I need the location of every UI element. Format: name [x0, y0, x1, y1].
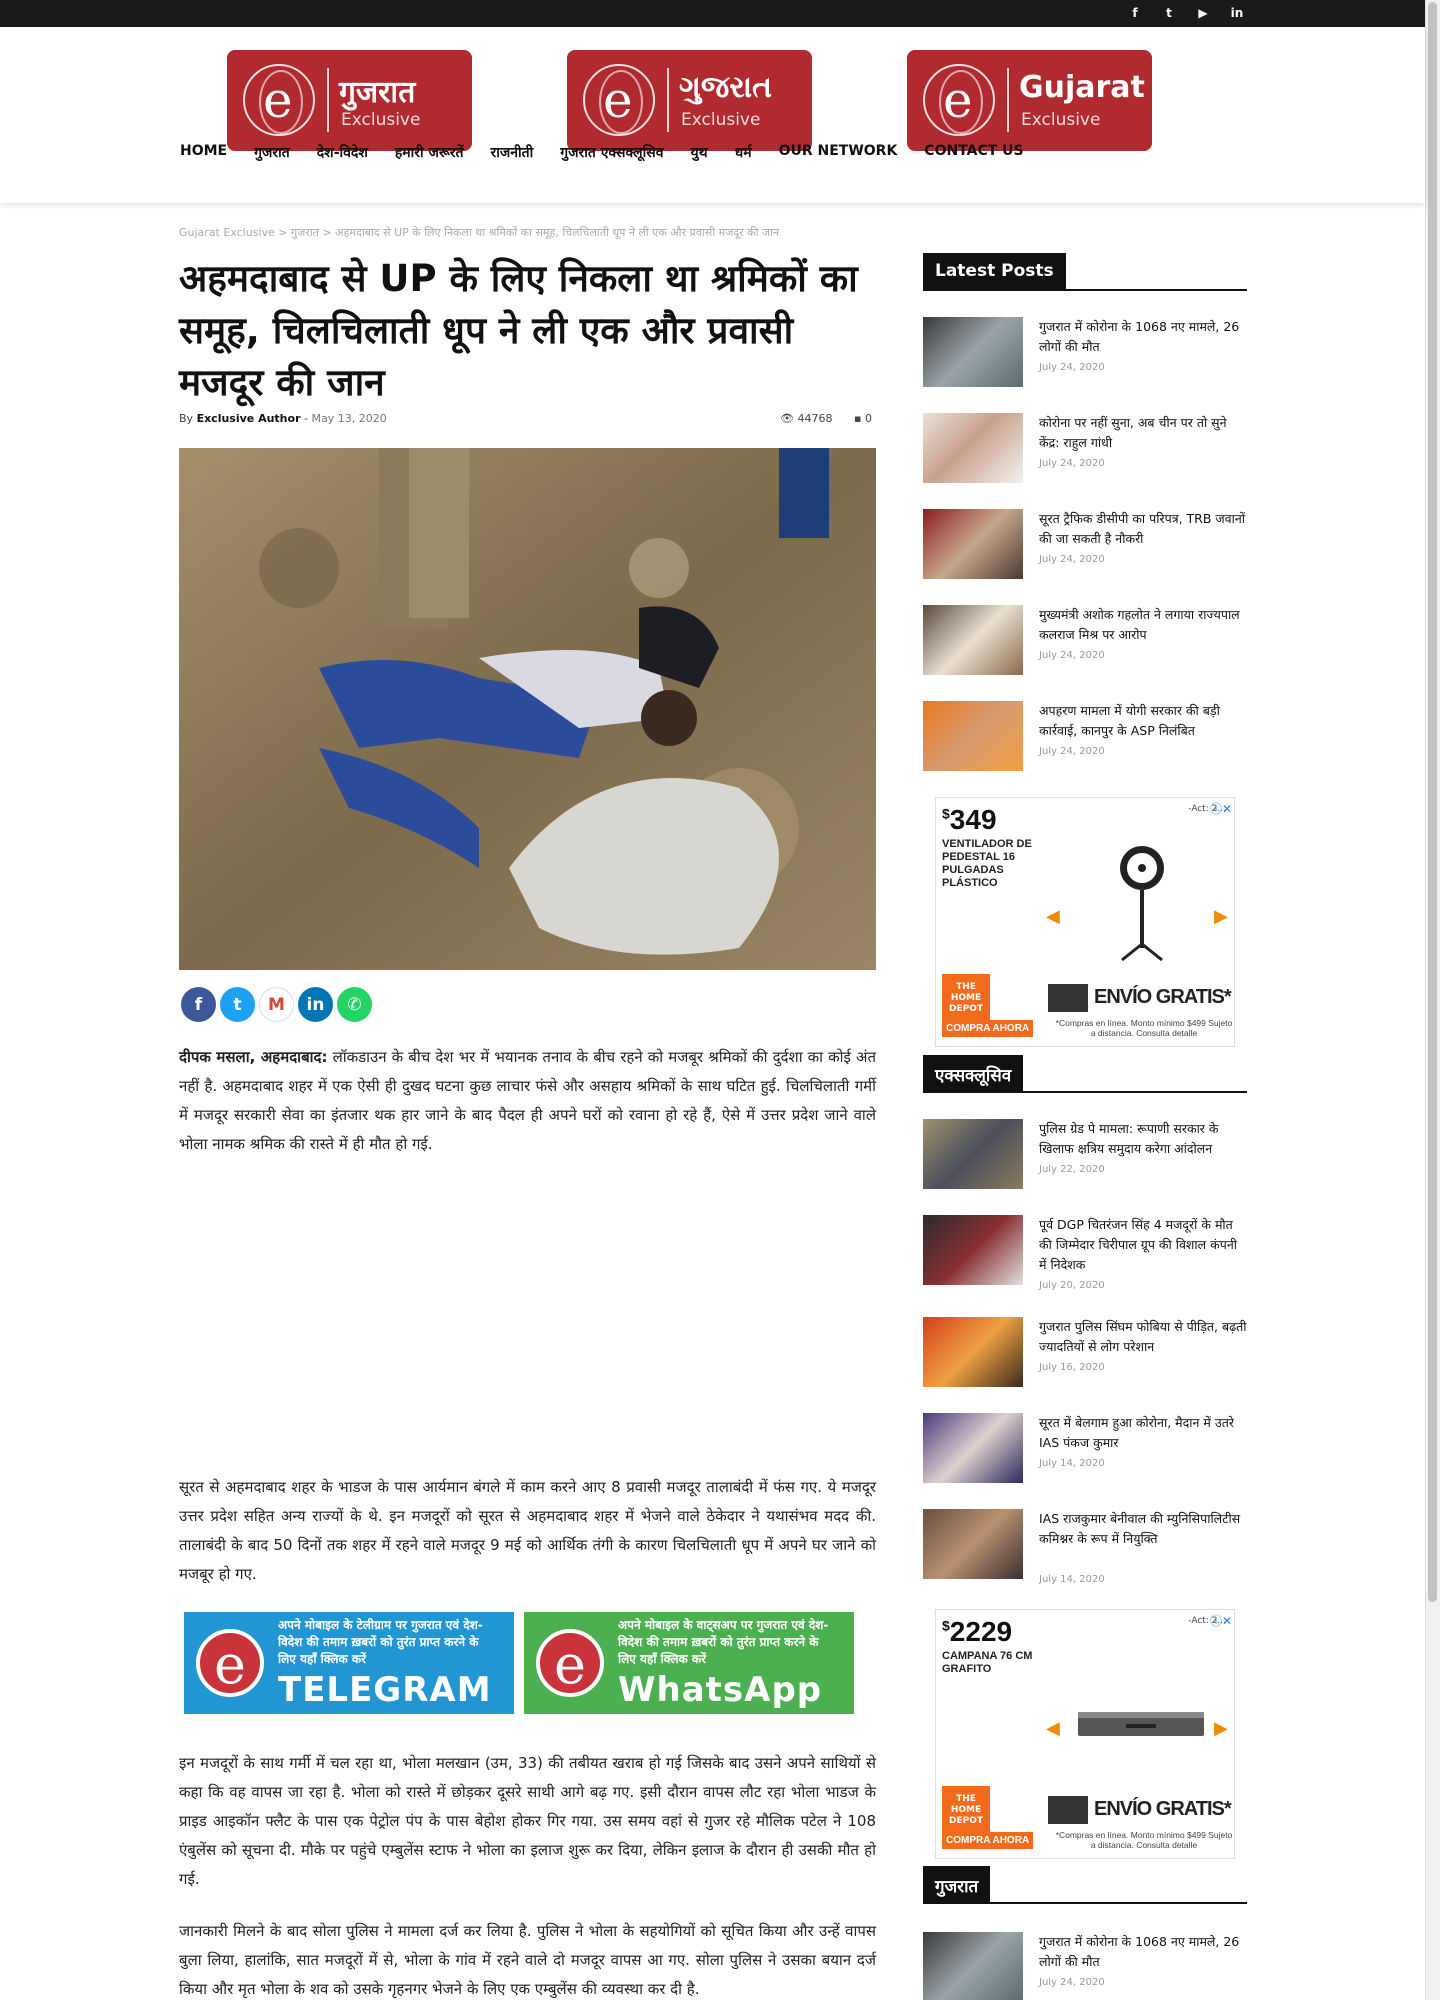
sidebar-heading-latest: Latest Posts — [923, 253, 1247, 291]
sidebar-heading-exclusive: एक्सक्लूसिव — [923, 1055, 1247, 1093]
logo-gujarati-script[interactable]: ગુજરાત Exclusive — [567, 50, 812, 151]
post-thumbnail[interactable] — [923, 317, 1023, 387]
nav-youth[interactable]: युथ — [691, 143, 708, 162]
globe-e-icon — [923, 64, 995, 136]
sidebar-ad[interactable]: $2229 CAMPANA 76 CM GRAFITO -Act: 2... ⓘ… — [935, 1609, 1235, 1859]
truck-icon — [1048, 984, 1088, 1012]
logo-sub: Exclusive — [681, 110, 761, 130]
nav-hamari-jaruraten[interactable]: हमारी जरूरतें — [395, 143, 464, 162]
main-nav: HOME गुजरात देश-विदेश हमारी जरूरतें राजन… — [180, 143, 1024, 162]
article-meta: By Exclusive Author - May 13, 2020 — [179, 412, 387, 425]
share-gmail-icon[interactable]: M — [259, 987, 294, 1022]
sidebar-post[interactable]: गुजरात पुलिस सिंघम फोबिया से पीड़ित, बढ़… — [923, 1317, 1247, 1389]
twitter-icon[interactable]: t — [1161, 6, 1177, 20]
nav-gujarat-exclusive[interactable]: गुजरात एक्सक्लूसिव — [560, 143, 663, 162]
site-header: गुजरात Exclusive ગુજરાત Exclusive Gujara… — [0, 27, 1425, 203]
article-hero-image — [179, 448, 876, 970]
share-twitter-icon[interactable]: t — [220, 987, 255, 1022]
breadcrumb[interactable]: Gujarat Exclusive > गुजरात > अहमदाबाद से… — [179, 225, 779, 240]
author-link[interactable]: Exclusive Author — [197, 412, 301, 425]
ad-cta-button[interactable]: COMPRA AHORA — [942, 1020, 1034, 1037]
sidebar-post[interactable]: मुख्यमंत्री अशोक गहलोत ने लगाया राज्यपाल… — [923, 605, 1247, 677]
facebook-icon[interactable]: f — [1127, 6, 1143, 20]
logo-gujarati[interactable]: गुजरात Exclusive — [227, 50, 472, 151]
truck-icon — [1048, 1796, 1088, 1824]
logo-name: गुजरात — [339, 75, 416, 110]
article-paragraph: जानकारी मिलने के बाद सोला पुलिस ने मामला… — [179, 1922, 876, 1998]
sidebar-post[interactable]: कोरोना पर नहीं सुना, अब चीन पर तो सुने क… — [923, 413, 1247, 485]
sidebar-ad[interactable]: $349 VENTILADOR DE PEDESTAL 16 PULGADAS … — [935, 797, 1235, 1047]
sidebar-post[interactable]: सूरत में बेलगाम हुआ कोरोना, मैदान में उत… — [923, 1413, 1247, 1485]
sidebar-post[interactable]: पूर्व DGP चितरंजन सिंह 4 मजदूरों के मौत … — [923, 1215, 1247, 1291]
ad-next-arrow-icon[interactable]: ▶ — [1214, 906, 1228, 927]
article-paragraph: सूरत से अहमदाबाद शहर के भाडज के पास आर्य… — [179, 1478, 876, 1583]
logo-sub: Exclusive — [1021, 110, 1101, 130]
nav-home[interactable]: HOME — [180, 143, 227, 162]
sidebar-post[interactable]: सूरत ट्रैफिक डीसीपी का परिपत्र, TRB जवान… — [923, 509, 1247, 581]
share-bar: f t M in ✆ — [181, 987, 372, 1022]
e-logo-icon: e — [536, 1629, 604, 1697]
logo-name: ગુજરાત — [679, 70, 773, 105]
share-linkedin-icon[interactable]: in — [298, 987, 333, 1022]
sidebar-post[interactable]: गुजरात में कोरोना के 1068 नए मामले, 26 ल… — [923, 317, 1247, 389]
dateline: दीपक मसला, अहमदाबाद: — [179, 1048, 328, 1066]
nav-contact-us[interactable]: CONTACT US — [924, 143, 1023, 162]
sidebar-post[interactable]: गुजरात में कोरोना के 1068 नए मामले, 26 ल… — [923, 1932, 1247, 2000]
logo-english[interactable]: Gujarat Exclusive — [907, 50, 1152, 151]
range-hood-icon — [1078, 1712, 1204, 1736]
ad-close-icon[interactable]: ⓘ✕ — [1210, 800, 1232, 817]
post-thumbnail[interactable] — [923, 1413, 1023, 1483]
eye-icon: 👁 — [780, 412, 794, 425]
globe-e-icon — [583, 64, 655, 136]
scrollbar-thumb[interactable] — [1428, 2, 1437, 1602]
e-logo-icon: e — [196, 1629, 264, 1697]
ad-prev-arrow-icon[interactable]: ◀ — [1046, 906, 1060, 927]
post-thumbnail[interactable] — [923, 605, 1023, 675]
sidebar-heading-gujarat: गुजरात — [923, 1866, 1247, 1904]
article-stats: 👁 44768 ▪ 0 — [780, 412, 872, 425]
comment-icon[interactable]: ▪ — [854, 412, 861, 425]
nav-desh-videsh[interactable]: देश-विदेश — [317, 143, 368, 162]
article-lead: दीपक मसला, अहमदाबाद: लॉकडाउन के बीच देश … — [179, 1048, 877, 1153]
youtube-icon[interactable]: ▶ — [1195, 6, 1211, 20]
home-depot-logo: THE HOME DEPOT — [942, 1786, 990, 1834]
share-whatsapp-icon[interactable]: ✆ — [337, 987, 372, 1022]
nav-gujarat[interactable]: गुजरात — [254, 143, 290, 162]
logo-sub: Exclusive — [341, 110, 421, 130]
ad-prev-arrow-icon[interactable]: ◀ — [1046, 1718, 1060, 1739]
ad-close-icon[interactable]: ⓘ✕ — [1210, 1612, 1232, 1629]
social-links: f t ▶ in — [1127, 6, 1245, 20]
sidebar-post[interactable]: अपहरण मामला में योगी सरकार की बड़ी कार्र… — [923, 701, 1247, 773]
nav-rajniti[interactable]: राजनीती — [491, 143, 534, 162]
sidebar-post[interactable]: पुलिस ग्रेड पे मामला: रूपाणी सरकार के खि… — [923, 1119, 1247, 1191]
publish-date: May 13, 2020 — [311, 412, 387, 425]
post-thumbnail[interactable] — [923, 509, 1023, 579]
article-title: अहमदाबाद से UP के लिए निकला था श्रमिकों … — [179, 257, 858, 404]
fan-icon — [1120, 846, 1164, 962]
top-bar: f t ▶ in — [0, 0, 1425, 27]
comment-count[interactable]: 0 — [865, 412, 872, 425]
linkedin-icon[interactable]: in — [1229, 6, 1245, 20]
logo-name: Gujarat — [1019, 70, 1145, 105]
article-paragraph: इन मजदूरों के साथ गर्मी में चल रहा था, भ… — [179, 1754, 876, 1888]
view-count: 44768 — [797, 412, 833, 425]
post-thumbnail[interactable] — [923, 1119, 1023, 1189]
post-thumbnail[interactable] — [923, 1215, 1023, 1285]
nav-our-network[interactable]: OUR NETWORK — [779, 143, 898, 162]
whatsapp-banner[interactable]: e अपने मोबाइल के वाट्सअप पर गुजरात एवं द… — [524, 1612, 854, 1714]
post-thumbnail[interactable] — [923, 1932, 1023, 2000]
post-thumbnail[interactable] — [923, 1317, 1023, 1387]
share-facebook-icon[interactable]: f — [181, 987, 216, 1022]
ad-cta-button[interactable]: COMPRA AHORA — [942, 1832, 1034, 1849]
post-thumbnail[interactable] — [923, 701, 1023, 771]
ad-next-arrow-icon[interactable]: ▶ — [1214, 1718, 1228, 1739]
telegram-banner[interactable]: e अपने मोबाइल के टेलीग्राम पर गुजरात एवं… — [184, 1612, 514, 1714]
post-thumbnail[interactable] — [923, 413, 1023, 483]
home-depot-logo: THE HOME DEPOT — [942, 974, 990, 1022]
nav-dharm[interactable]: धर्म — [735, 143, 752, 162]
globe-e-icon — [243, 64, 315, 136]
post-thumbnail[interactable] — [923, 1509, 1023, 1579]
sidebar-post[interactable]: IAS राजकुमार बेनीवाल की म्युनिसिपालिटीस … — [923, 1509, 1247, 1584]
